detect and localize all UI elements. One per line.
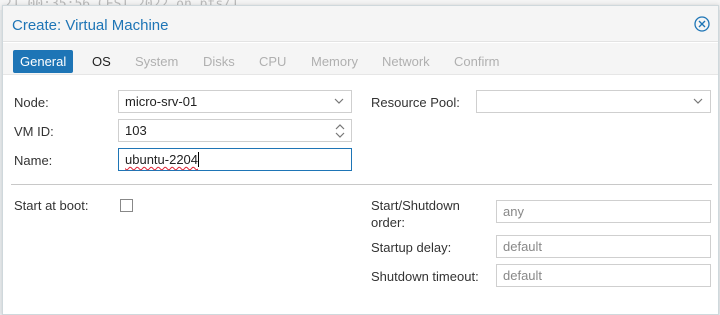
start-shutdown-order-label-line1: Start/Shutdown bbox=[371, 198, 460, 213]
chevron-down-icon[interactable] bbox=[333, 95, 345, 107]
startup-delay-value: default bbox=[503, 239, 543, 254]
create-vm-dialog: Create: Virtual Machine General OS Syste… bbox=[2, 5, 719, 315]
tab-os[interactable]: OS bbox=[85, 50, 118, 73]
node-select[interactable]: micro-srv-01 bbox=[118, 90, 352, 113]
shutdown-timeout-value: default bbox=[503, 268, 543, 283]
tab-memory[interactable]: Memory bbox=[304, 50, 365, 73]
tab-confirm[interactable]: Confirm bbox=[447, 50, 507, 73]
shutdown-timeout-input[interactable]: default bbox=[496, 264, 711, 287]
tab-cpu[interactable]: CPU bbox=[252, 50, 293, 73]
section-divider bbox=[11, 184, 712, 185]
resource-pool-select[interactable] bbox=[476, 90, 711, 113]
tab-network[interactable]: Network bbox=[375, 50, 437, 73]
node-label: Node: bbox=[14, 95, 49, 110]
startup-delay-input[interactable]: default bbox=[496, 235, 711, 258]
spinner-arrows-icon[interactable] bbox=[334, 122, 346, 140]
start-shutdown-order-value: any bbox=[503, 204, 524, 219]
name-label: Name: bbox=[14, 153, 53, 168]
tab-bar: General OS System Disks CPU Memory Netwo… bbox=[3, 43, 718, 75]
chevron-down-icon[interactable] bbox=[692, 95, 704, 107]
name-input[interactable]: ubuntu-2204 bbox=[118, 148, 352, 171]
resource-pool-label: Resource Pool: bbox=[371, 95, 460, 110]
startup-delay-label: Startup delay: bbox=[371, 240, 452, 255]
vmid-value: 103 bbox=[125, 123, 147, 138]
tab-system[interactable]: System bbox=[128, 50, 185, 73]
dialog-title: Create: Virtual Machine bbox=[12, 17, 169, 34]
vmid-label: VM ID: bbox=[14, 124, 54, 139]
tab-disks[interactable]: Disks bbox=[196, 50, 242, 73]
start-at-boot-label: Start at boot: bbox=[14, 198, 89, 213]
dialog-header: Create: Virtual Machine bbox=[3, 6, 718, 42]
vmid-spinner[interactable]: 103 bbox=[118, 119, 352, 142]
name-value: ubuntu-2204 bbox=[125, 152, 199, 167]
shutdown-timeout-label: Shutdown timeout: bbox=[371, 269, 479, 284]
text-cursor bbox=[198, 152, 200, 167]
start-shutdown-order-input[interactable]: any bbox=[496, 200, 711, 223]
node-value: micro-srv-01 bbox=[125, 94, 198, 109]
tab-general[interactable]: General bbox=[13, 50, 74, 73]
close-icon[interactable] bbox=[694, 16, 710, 32]
start-at-boot-checkbox[interactable] bbox=[120, 199, 133, 212]
start-shutdown-order-label-line2: order: bbox=[371, 215, 405, 230]
